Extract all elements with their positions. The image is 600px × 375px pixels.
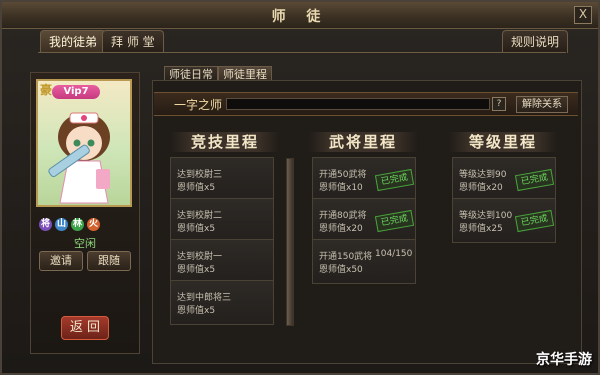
character-portrait[interactable]: 豪 Vip7 [36,79,132,207]
watermark-text: 京华手游 [536,352,592,368]
tab-rules[interactable]: 规则说明 [502,30,569,53]
master-progress-bar [226,98,490,110]
milestone-card: 开通50武将 恩师值x10 已完成 [312,157,416,202]
nurse-character-art [48,112,110,204]
character-panel: 豪 Vip7 将 山 林 火 空闲 邀请 跟随 [30,72,140,354]
card-requirement: 达到校尉二 [177,211,223,221]
column-title-generals: 武将里程 [308,132,418,152]
back-button[interactable]: 返 回 [61,316,109,340]
stat-badge-fire: 火 [87,218,100,231]
milestone-card: 等级达到100 恩师值x25 已完成 [452,198,556,243]
card-requirement: 等级达到100 [459,211,513,221]
window-title: 师 徒 [271,9,329,25]
tab-my-apprentice[interactable]: 我的徒弟 [40,30,107,53]
completed-stamp: 已完成 [374,209,415,233]
stat-badge-general: 将 [39,218,52,231]
rank-glyph: 豪 [40,83,53,97]
vip-badge: Vip7 [52,85,100,99]
card-requirement: 达到校尉一 [177,252,223,262]
card-reward: 恩师值x20 [319,224,363,234]
card-requirement: 开通50武将 [319,170,367,180]
completed-stamp: 已完成 [514,168,555,192]
help-icon[interactable]: ? [492,97,506,111]
completed-stamp: 已完成 [374,168,415,192]
follow-button[interactable]: 跟随 [87,251,131,271]
column-title-arena: 竞技里程 [170,132,280,152]
card-requirement: 开通150武将 [319,252,373,262]
tab-apprentice-hall[interactable]: 拜 师 堂 [102,30,164,53]
card-reward: 恩师值x50 [319,265,363,275]
card-requirement: 达到校尉三 [177,170,223,180]
dissolve-relationship-button[interactable]: 解除关系 [516,96,568,113]
card-requirement: 达到中郎将三 [177,293,232,303]
master-apprentice-window: 师 徒 X 我的徒弟 拜 师 堂 规则说明 豪 Vip7 将 山 林 火 空闲 … [0,0,600,375]
status-text: 空闲 [74,237,96,250]
card-reward: 恩师值x10 [319,183,363,193]
stat-badge-forest: 林 [71,218,84,231]
card-reward: 恩师值x25 [459,224,503,234]
card-progress: 104/150 [375,249,413,259]
milestone-card: 开通150武将 104/150 恩师值x50 [312,239,416,284]
stat-badge-mountain: 山 [55,218,68,231]
milestone-card: 达到中郎将三 恩师值x5 [170,280,274,325]
card-reward: 恩师值x5 [177,306,216,316]
arena-scrollbar[interactable] [286,158,294,326]
close-button[interactable]: X [574,6,592,24]
card-requirement: 等级达到90 [459,170,507,180]
title-bar: 师 徒 X [2,2,598,29]
milestone-card: 达到校尉二 恩师值x5 [170,198,274,243]
card-reward: 恩师值x5 [177,265,216,275]
master-title: 一字之师 [174,98,223,112]
tab-divider [38,52,566,53]
column-title-level: 等级里程 [448,132,558,152]
invite-button[interactable]: 邀请 [39,251,83,271]
completed-stamp: 已完成 [514,209,555,233]
card-reward: 恩师值x5 [177,183,216,193]
scroll-thumb[interactable] [287,159,293,325]
milestone-card: 等级达到90 恩师值x20 已完成 [452,157,556,202]
card-reward: 恩师值x20 [459,183,503,193]
milestone-card: 达到校尉三 恩师值x5 [170,157,274,202]
master-title-row: 一字之师 ? 解除关系 [154,92,578,116]
card-requirement: 开通80武将 [319,211,367,221]
milestone-card: 达到校尉一 恩师值x5 [170,239,274,284]
card-reward: 恩师值x5 [177,224,216,234]
milestone-card: 开通80武将 恩师值x20 已完成 [312,198,416,243]
